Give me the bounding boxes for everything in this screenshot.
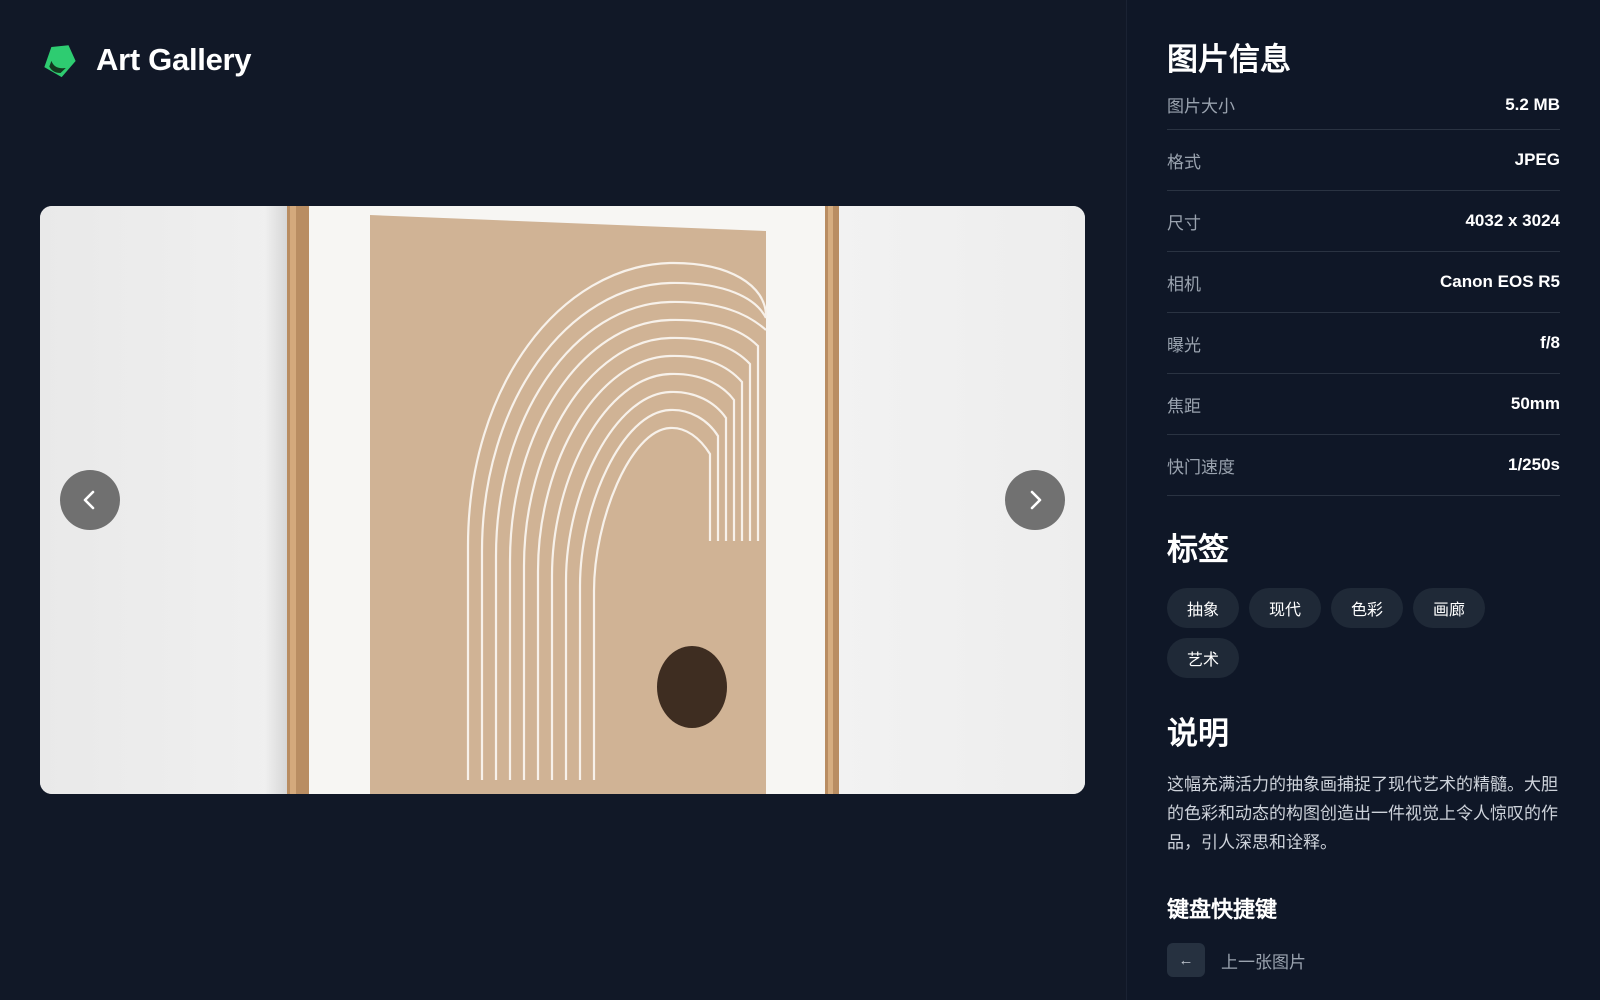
brand[interactable]: Art Gallery xyxy=(40,40,252,80)
info-label: 尺寸 xyxy=(1167,213,1201,233)
info-label: 焦距 xyxy=(1167,396,1201,416)
info-label: 格式 xyxy=(1167,152,1201,172)
artwork-image xyxy=(40,206,1085,794)
info-value: Canon EOS R5 xyxy=(1440,272,1560,291)
tag-chip[interactable]: 画廊 xyxy=(1413,588,1486,628)
info-row-size: 图片大小 5.2 MB xyxy=(1167,80,1560,130)
info-value: f/8 xyxy=(1540,333,1560,352)
info-row-focal-length: 焦距 50mm xyxy=(1167,374,1560,435)
tag-list: 抽象 现代 色彩 画廊 艺术 xyxy=(1167,588,1507,678)
tag-chip[interactable]: 抽象 xyxy=(1167,588,1240,628)
shortcut-label: 上一张图片 xyxy=(1221,952,1306,972)
info-row-exposure: 曝光 f/8 xyxy=(1167,313,1560,374)
gem-icon xyxy=(44,45,76,78)
tags-title: 标签 xyxy=(1167,532,1229,567)
info-value: 4032 x 3024 xyxy=(1465,211,1560,230)
shortcut-row-previous: ← 上一张图片 xyxy=(1167,943,1560,977)
image-info-title: 图片信息 xyxy=(1167,42,1291,77)
info-sidebar: 图片信息 图片大小 5.2 MB 格式 JPEG 尺寸 4032 x 3024 … xyxy=(1126,0,1600,1000)
info-row-shutter-speed: 快门速度 1/250s xyxy=(1167,435,1560,496)
chevron-left-icon xyxy=(83,490,95,510)
info-value: 50mm xyxy=(1510,394,1560,413)
info-value: 1/250s xyxy=(1508,455,1560,474)
info-value: JPEG xyxy=(1514,150,1560,169)
info-value: 5.2 MB xyxy=(1505,94,1560,114)
info-row-dimensions: 尺寸 4032 x 3024 xyxy=(1167,191,1560,252)
description-text: 这幅充满活力的抽象画捕捉了现代艺术的精髓。大胆的色彩和动态的构图创造出一件视觉上… xyxy=(1167,775,1558,852)
image-viewer xyxy=(40,206,1085,794)
next-image-button[interactable] xyxy=(1005,470,1065,530)
tag-chip[interactable]: 色彩 xyxy=(1331,588,1404,628)
app-title: Art Gallery xyxy=(96,42,252,77)
info-label: 图片大小 xyxy=(1167,97,1235,116)
keyboard-shortcuts-title: 键盘快捷键 xyxy=(1167,897,1278,922)
info-row-format: 格式 JPEG xyxy=(1167,130,1560,191)
info-row-camera: 相机 Canon EOS R5 xyxy=(1167,252,1560,313)
info-label: 曝光 xyxy=(1167,335,1201,355)
info-label: 快门速度 xyxy=(1167,457,1235,477)
previous-image-button[interactable] xyxy=(60,470,120,530)
arrow-left-key: ← xyxy=(1167,943,1205,977)
description-title: 说明 xyxy=(1167,716,1229,751)
image-info-list: 图片大小 5.2 MB 格式 JPEG 尺寸 4032 x 3024 相机 Ca… xyxy=(1167,80,1560,496)
info-label: 相机 xyxy=(1167,274,1201,294)
tag-chip[interactable]: 现代 xyxy=(1249,588,1322,628)
tag-chip[interactable]: 艺术 xyxy=(1167,638,1240,678)
chevron-right-icon xyxy=(1030,490,1042,510)
